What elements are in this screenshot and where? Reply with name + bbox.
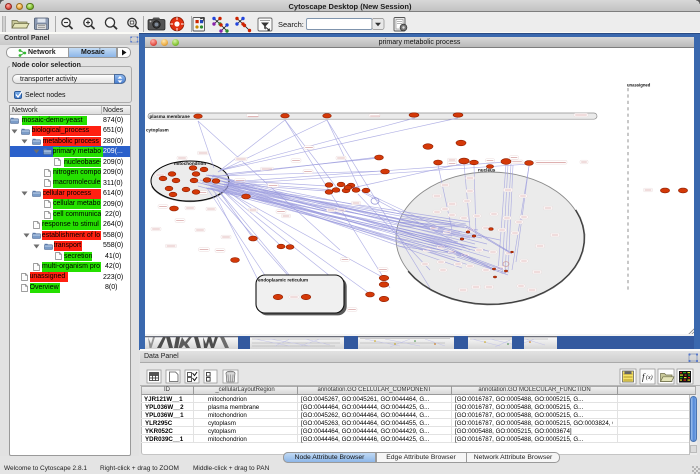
svg-text:plasma membrane: plasma membrane (150, 114, 191, 119)
svg-text:unassigned: unassigned (627, 83, 651, 88)
svg-text:Search:: Search: (278, 19, 304, 28)
svg-text:endoplasmic reticulum: endoplasmic reticulum (258, 278, 308, 283)
svg-text:nucleus: nucleus (478, 168, 496, 173)
svg-text:mitochondrion: mitochondrion (174, 161, 206, 166)
svg-text:cytoplasm: cytoplasm (146, 128, 169, 133)
svg-text:(x): (x) (646, 374, 653, 381)
